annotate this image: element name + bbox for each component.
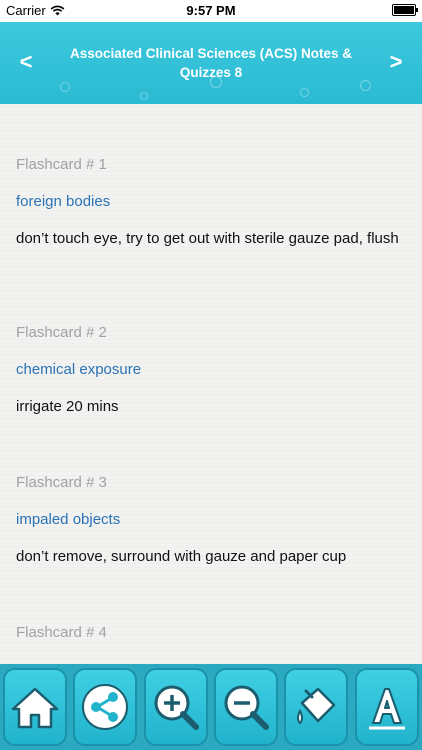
- decor-bubble: [60, 82, 70, 92]
- status-bar: Carrier 9:57 PM: [0, 0, 422, 22]
- flashcard-definition: don’t touch eye, try to get out with ste…: [16, 230, 399, 247]
- zoom-out-button[interactable]: [214, 668, 279, 746]
- flashcard-list[interactable]: Flashcard # 1 foreign bodies don’t touch…: [0, 104, 422, 664]
- flashcard-term: chemical exposure: [16, 361, 142, 378]
- bottom-toolbar: [0, 664, 422, 750]
- flashcard-label: Flashcard # 1: [16, 156, 107, 173]
- header: < Associated Clinical Sciences (ACS) Not…: [0, 22, 422, 104]
- font-size-button[interactable]: [354, 668, 419, 746]
- zoom-in-button[interactable]: [143, 668, 208, 746]
- decor-bubble: [300, 88, 309, 97]
- flashcard-definition: irrigate 20 mins: [16, 398, 119, 415]
- share-icon: [82, 684, 129, 730]
- theme-button[interactable]: [284, 668, 349, 746]
- flashcard: Flashcard # 3 impaled objects don’t remo…: [16, 474, 410, 567]
- flashcard-label: Flashcard # 4: [16, 624, 107, 641]
- zoom-in-icon: [154, 685, 199, 730]
- battery-icon: [392, 4, 418, 16]
- page-title: Associated Clinical Sciences (ACS) Notes…: [69, 46, 353, 80]
- status-time: 9:57 PM: [186, 3, 236, 18]
- zoom-out-icon: [224, 685, 270, 730]
- home-button[interactable]: [3, 668, 68, 746]
- font-icon: [368, 688, 405, 730]
- decor-bubble: [140, 92, 148, 100]
- next-button[interactable]: >: [384, 48, 408, 76]
- flashcard-label: Flashcard # 2: [16, 324, 107, 341]
- previous-button[interactable]: <: [14, 48, 38, 76]
- flashcard-term: foreign bodies: [16, 193, 111, 210]
- share-button[interactable]: [73, 668, 138, 746]
- flashcard-term: impaled objects: [16, 511, 121, 528]
- paint-bucket-icon: [297, 687, 336, 725]
- flashcard-label: Flashcard # 3: [16, 474, 107, 491]
- flashcard-definition: don’t remove, surround with gauze and pa…: [16, 548, 347, 565]
- flashcard: Flashcard # 4: [16, 624, 410, 641]
- flashcard: Flashcard # 2 chemical exposure irrigate…: [16, 324, 410, 417]
- flashcard: Flashcard # 1 foreign bodies don’t touch…: [16, 156, 410, 249]
- home-icon: [11, 687, 59, 729]
